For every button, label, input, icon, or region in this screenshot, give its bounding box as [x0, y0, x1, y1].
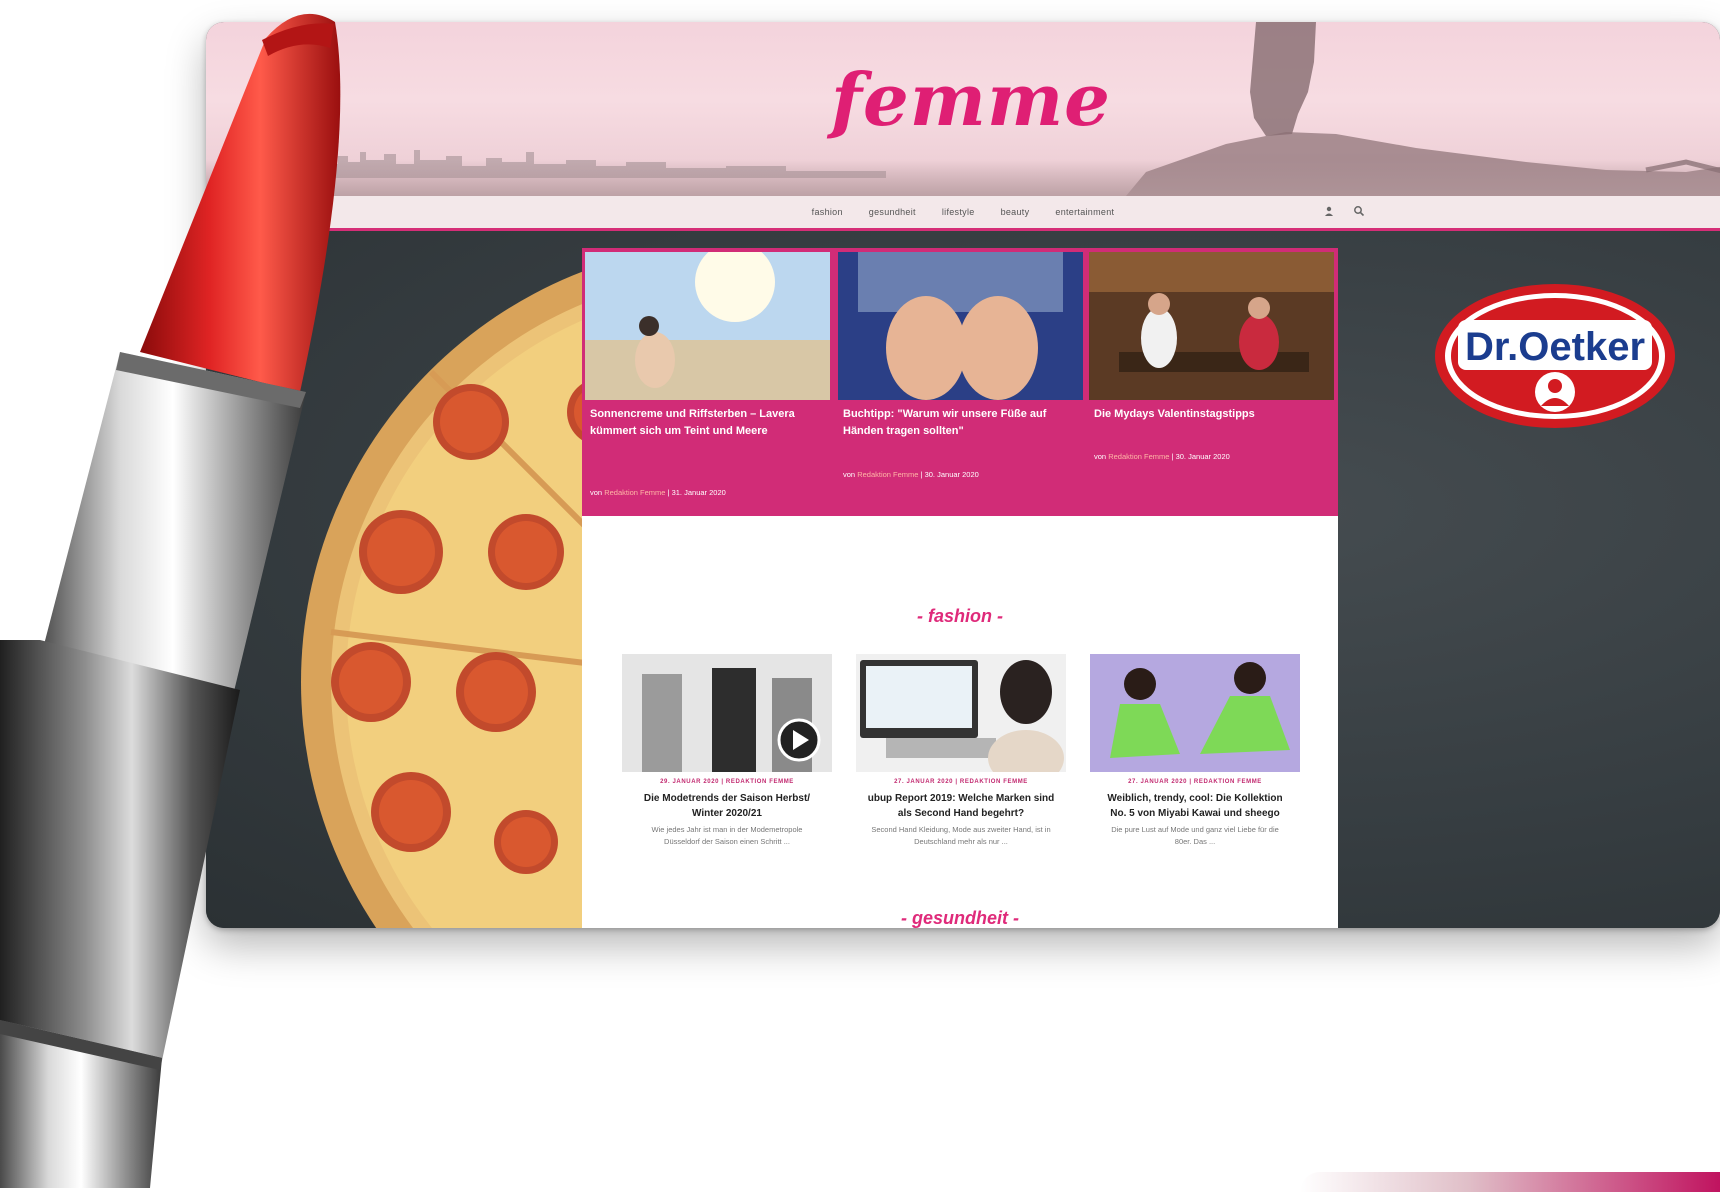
post-title[interactable]: Weiblich, trendy, cool: Die Kollektion N… [1090, 791, 1300, 821]
post-card[interactable]: 27. JANUAR 2020 | REDAKTION FEMME ubup R… [856, 654, 1066, 847]
nav-item-beauty[interactable]: beauty [1001, 207, 1030, 217]
post-image-fashion-show[interactable] [622, 654, 832, 772]
post-image-laptop[interactable] [856, 654, 1066, 772]
post-title[interactable]: Die Modetrends der Saison Herbst/ Winter… [622, 791, 832, 821]
featured-title[interactable]: Buchtipp: "Warum wir unsere Füße auf Hän… [843, 406, 1079, 440]
featured-title[interactable]: Die Mydays Valentinstagstipps [1094, 406, 1330, 423]
post-card[interactable]: 27. JANUAR 2020 | REDAKTION FEMME Weibli… [1090, 654, 1300, 847]
search-icon[interactable] [1353, 205, 1365, 217]
post-title[interactable]: ubup Report 2019: Welche Marken sind als… [856, 791, 1066, 821]
post-excerpt: Die pure Lust auf Mode und ganz viel Lie… [1111, 825, 1279, 846]
post-meta: 27. JANUAR 2020 | REDAKTION FEMME [1128, 779, 1262, 785]
post-meta: 27. JANUAR 2020 | REDAKTION FEMME [894, 779, 1028, 785]
dr-oetker-ad-logo[interactable]: Dr.Oetker [1434, 282, 1676, 430]
post-meta: 29. JANUAR 2020 | REDAKTION FEMME [660, 779, 794, 785]
post-card[interactable]: 29. JANUAR 2020 | REDAKTION FEMME Die Mo… [622, 654, 832, 847]
lipstick-decoration [0, 13, 341, 1188]
meta-by: von [843, 470, 856, 479]
post-image-green-outfits[interactable] [1090, 654, 1300, 772]
meta-author-link[interactable]: Redaktion Femme [1108, 452, 1169, 461]
decorative-swoosh [1300, 1172, 1720, 1192]
featured-title[interactable]: Sonnencreme und Riffsterben – Lavera küm… [590, 406, 826, 440]
featured-meta: von Redaktion Femme | 31. Januar 2020 [590, 488, 826, 497]
nav-item-lifestyle[interactable]: lifestyle [942, 207, 975, 217]
meta-by: von [590, 488, 603, 497]
ad-brand-text: Dr.Oetker [1465, 325, 1645, 369]
nav-item-entertainment[interactable]: entertainment [1055, 207, 1114, 217]
meta-date: | 31. Januar 2020 [667, 488, 726, 497]
meta-by: von [1094, 452, 1107, 461]
user-icon[interactable] [1323, 205, 1335, 217]
meta-date: | 30. Januar 2020 [1171, 452, 1230, 461]
featured-image-beach[interactable] [585, 252, 830, 400]
section-title-fashion[interactable]: - fashion - [582, 606, 1338, 627]
nav-item-gesundheit[interactable]: gesundheit [869, 207, 916, 217]
featured-post[interactable]: Buchtipp: "Warum wir unsere Füße auf Hän… [835, 248, 1086, 516]
site-logo[interactable]: femme [831, 60, 1110, 140]
post-excerpt: Second Hand Kleidung, Mode aus zweiter H… [871, 825, 1051, 846]
main-navigation: fashion gesundheit lifestyle beauty ente… [206, 196, 1720, 231]
featured-image-bar[interactable] [1089, 252, 1334, 400]
main-content: Sonnencreme und Riffsterben – Lavera küm… [582, 248, 1338, 928]
featured-post[interactable]: Die Mydays Valentinstagstipps von Redakt… [1086, 248, 1337, 516]
post-excerpt: Wie jedes Jahr ist man in der Modemetrop… [651, 825, 803, 846]
site-header: femme [206, 22, 1720, 196]
nav-icons [1323, 205, 1365, 217]
header-beach-shade [206, 160, 1720, 196]
meta-date: | 30. Januar 2020 [920, 470, 979, 479]
featured-image-feet[interactable] [838, 252, 1083, 400]
meta-author-link[interactable]: Redaktion Femme [857, 470, 918, 479]
featured-post[interactable]: Sonnencreme und Riffsterben – Lavera küm… [582, 248, 833, 516]
nav-item-fashion[interactable]: fashion [812, 207, 843, 217]
featured-meta: von Redaktion Femme | 30. Januar 2020 [1094, 452, 1330, 461]
featured-posts: Sonnencreme und Riffsterben – Lavera küm… [582, 248, 1338, 516]
website-screenshot: femme fashion gesundheit lifestyle beaut… [206, 22, 1720, 928]
section-title-gesundheit[interactable]: - gesundheit - [582, 908, 1338, 928]
meta-author-link[interactable]: Redaktion Femme [604, 488, 665, 497]
featured-meta: von Redaktion Femme | 30. Januar 2020 [843, 470, 1079, 479]
